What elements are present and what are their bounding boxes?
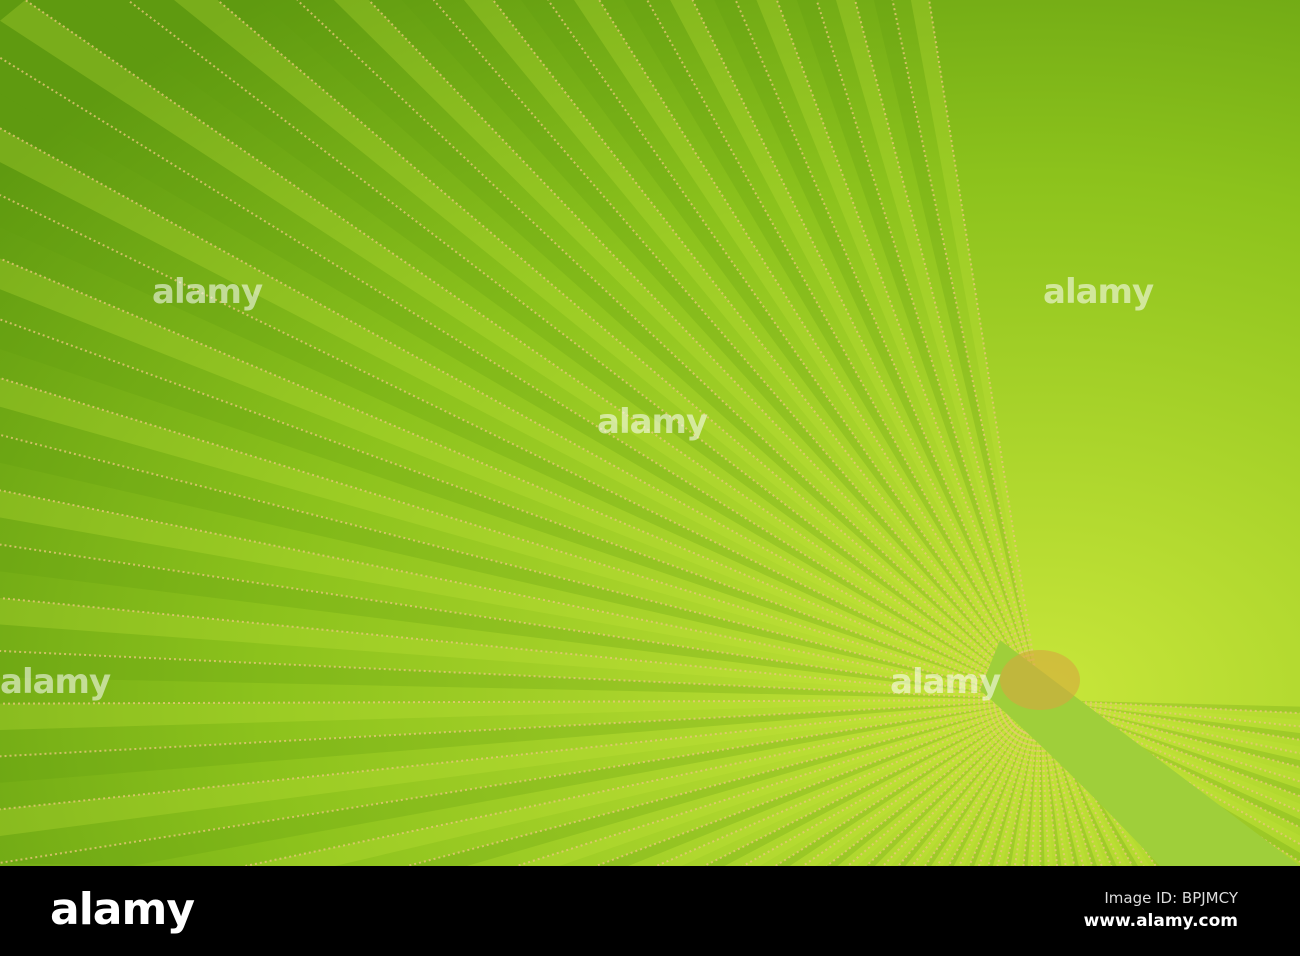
alamy-logo: alamy [50,884,195,935]
leaf-base [1000,650,1080,710]
site-url: www.alamy.com [1083,911,1238,931]
stock-photo: alamy alamy alamy alamy alamy alamy Imag… [0,0,1300,956]
watermark: alamy [0,662,111,702]
image-id: Image ID: BPJMCY [1104,889,1238,907]
watermark: alamy [890,662,1001,702]
watermark: alamy [152,272,263,312]
watermark: alamy [597,402,708,442]
watermark: alamy [1043,272,1154,312]
